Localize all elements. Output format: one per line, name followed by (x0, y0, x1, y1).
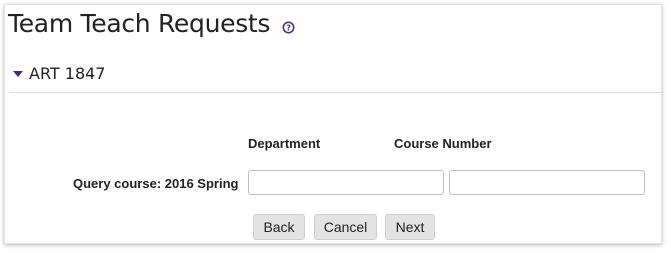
course-section-toggle[interactable]: ART 1847 (13, 64, 105, 83)
course-section-label: ART 1847 (29, 64, 106, 83)
query-course-label: Query course: 2016 Spring (73, 176, 239, 191)
svg-text:?: ? (286, 23, 291, 32)
page-title: Team Teach Requests (8, 9, 271, 38)
department-input[interactable] (248, 170, 444, 195)
department-header: Department (248, 136, 321, 151)
back-button[interactable]: Back (253, 214, 305, 240)
main-panel (4, 4, 662, 244)
caret-down-icon (13, 71, 23, 77)
course-number-input[interactable] (449, 170, 645, 195)
help-icon[interactable]: ? (282, 21, 295, 34)
next-button[interactable]: Next (385, 214, 435, 240)
course-number-header: Course Number (394, 136, 492, 151)
cancel-button[interactable]: Cancel (314, 214, 377, 240)
section-divider (10, 92, 661, 93)
